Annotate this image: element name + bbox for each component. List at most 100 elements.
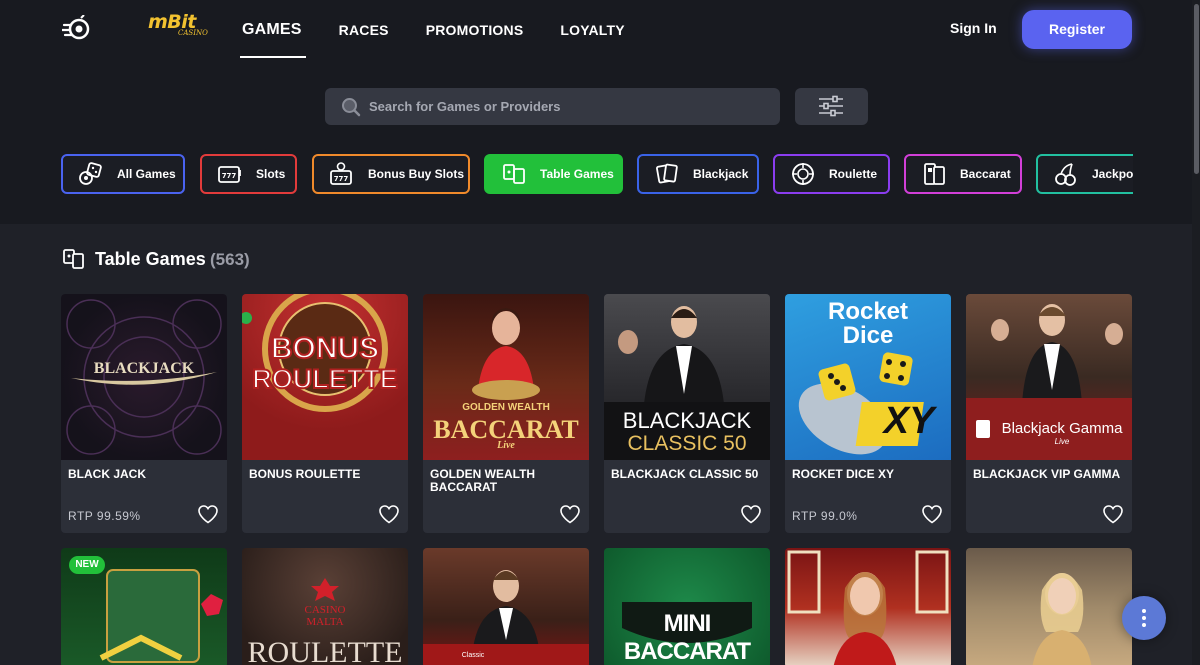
category-table-games[interactable]: Table Games [484, 154, 623, 194]
baccarat-icon [924, 163, 945, 185]
game-art-title: BLACKJACK [93, 360, 195, 377]
category-blackjack[interactable]: Blackjack [637, 154, 759, 194]
mascot-logo-icon[interactable] [60, 14, 92, 43]
category-roulette[interactable]: Roulette [773, 154, 890, 194]
register-button[interactable]: Register [1022, 10, 1132, 49]
more-options-button[interactable] [1122, 596, 1166, 640]
dice-chips-icon [79, 162, 102, 185]
favorite-heart-icon[interactable] [197, 504, 219, 524]
brand-logo[interactable]: mBit CASINO [148, 12, 210, 44]
new-badge: NEW [69, 556, 105, 574]
game-card[interactable]: BLACKJACK BLACK JACK RTP 99.59% [61, 294, 227, 533]
svg-text:777: 777 [222, 172, 237, 180]
game-thumbnail[interactable]: NEW [61, 548, 227, 665]
game-thumbnail[interactable]: BONUS ROULETTE [242, 294, 408, 460]
category-bar: All Games 777 Slots 777 Bonus Buy Slots … [61, 154, 1133, 194]
slot-777-icon: 777 [218, 166, 241, 183]
kebab-dot [1142, 623, 1146, 627]
sign-in-link[interactable]: Sign In [950, 20, 997, 36]
category-label: Bonus Buy Slots [368, 167, 465, 181]
game-thumbnail[interactable]: Classic [423, 548, 589, 665]
favorite-heart-icon[interactable] [378, 504, 400, 524]
game-thumbnail[interactable]: BLACKJACK [61, 294, 227, 460]
game-art-title: Live [1054, 437, 1070, 446]
game-name: BLACKJACK CLASSIC 50 [611, 467, 759, 481]
game-card[interactable]: GOLDEN WEALTH BACCARAT Live GOLDEN WEALT… [423, 294, 589, 533]
scrollbar-thumb[interactable] [1194, 4, 1199, 174]
game-rtp: RTP 99.0% [792, 509, 858, 523]
sliders-icon [819, 95, 843, 117]
game-art-title: BONUS [270, 331, 380, 366]
game-art-title: XY [883, 400, 935, 442]
category-label: Roulette [829, 167, 877, 181]
category-slots[interactable]: 777 Slots [200, 154, 297, 194]
game-art-title: BLACKJACK [622, 408, 752, 433]
category-label: Baccarat [960, 167, 1011, 181]
game-name: BONUS ROULETTE [249, 467, 361, 481]
brand-sub: CASINO [178, 29, 208, 37]
category-label: Slots [256, 167, 286, 181]
section-title: Table Games [95, 249, 206, 269]
site-header: mBit CASINO GAMES RACES PROMOTIONS LOYAL… [0, 0, 1200, 60]
game-name: BLACKJACK VIP GAMMA [973, 467, 1121, 481]
main-nav: GAMES RACES PROMOTIONS LOYALTY [240, 0, 662, 60]
kebab-dot [1142, 616, 1146, 620]
category-all-games[interactable]: All Games [61, 154, 185, 194]
game-art-title: Classic [461, 652, 485, 659]
category-label: Jackpot [1092, 167, 1133, 181]
search-bar[interactable]: Search for Games or Providers [325, 88, 780, 125]
cards-icon [656, 163, 678, 184]
game-name: GOLDEN WEALTH BACCARAT [430, 467, 536, 494]
nav-races[interactable]: RACES [339, 0, 389, 60]
game-thumbnail[interactable]: CASINO MALTA ROULETTE [242, 548, 408, 665]
favorite-heart-icon[interactable] [559, 504, 581, 524]
bonus-slot-icon: 777 [330, 162, 352, 185]
game-rtp: RTP 99.59% [68, 509, 141, 523]
game-thumbnail[interactable]: MINI BACCARAT [604, 548, 770, 665]
game-name: ROCKET DICE XY [792, 467, 895, 481]
favorite-heart-icon[interactable] [740, 504, 762, 524]
favorite-heart-icon[interactable] [1102, 504, 1124, 524]
game-thumbnail[interactable]: BLACKJACK CLASSIC 50 [604, 294, 770, 460]
table-games-icon [63, 249, 84, 269]
game-art-title: ROULETTE [247, 636, 403, 665]
game-thumbnail[interactable]: Rocket Dice XY [785, 294, 951, 460]
search-icon [341, 97, 361, 117]
game-thumbnail[interactable] [966, 548, 1132, 665]
cherries-icon [1055, 163, 1076, 186]
favorite-heart-icon[interactable] [921, 504, 943, 524]
game-thumbnail[interactable] [785, 548, 951, 665]
game-art-title: MINI BACCARAT [623, 610, 751, 665]
category-label: Table Games [540, 167, 614, 181]
game-name: BLACK JACK [68, 467, 146, 481]
game-art-title: MALTA [306, 616, 344, 628]
kebab-dot [1142, 609, 1146, 613]
category-label: All Games [117, 167, 176, 181]
category-jackpot[interactable]: Jackpot [1036, 154, 1133, 194]
game-art-title: CASINO [304, 604, 346, 616]
category-baccarat[interactable]: Baccarat [904, 154, 1022, 194]
category-bonus-buy-slots[interactable]: 777 Bonus Buy Slots [312, 154, 470, 194]
game-card[interactable]: Blackjack Gamma Live BLACKJACK VIP GAMMA [966, 294, 1132, 533]
game-thumbnail[interactable]: Blackjack Gamma Live [966, 294, 1132, 460]
section-count: (563) [210, 250, 250, 269]
game-art-title: Live [497, 440, 515, 451]
game-art-title: GOLDEN WEALTH [462, 402, 550, 413]
category-label: Blackjack [693, 167, 749, 181]
filter-button[interactable] [795, 88, 868, 125]
game-art-title: ROULETTE [251, 363, 399, 395]
roulette-icon [792, 163, 814, 185]
game-card[interactable]: BONUS ROULETTE BONUS ROULETTE [242, 294, 408, 533]
table-games-icon [503, 164, 525, 184]
game-card[interactable]: Rocket Dice XY ROCKET DICE XY RTP 99.0% [785, 294, 951, 533]
svg-text:777: 777 [334, 175, 349, 183]
game-art-title: CLASSIC 50 [627, 432, 747, 455]
game-card[interactable]: BLACKJACK CLASSIC 50 BLACKJACK CLASSIC 5… [604, 294, 770, 533]
game-art-title: Dice [842, 322, 894, 349]
search-input[interactable]: Search for Games or Providers [369, 99, 560, 114]
nav-loyalty[interactable]: LOYALTY [560, 0, 624, 60]
nav-promotions[interactable]: PROMOTIONS [426, 0, 524, 60]
nav-games[interactable]: GAMES [240, 0, 306, 60]
game-thumbnail[interactable]: GOLDEN WEALTH BACCARAT Live [423, 294, 589, 460]
game-art-title: Blackjack Gamma [1001, 420, 1123, 437]
